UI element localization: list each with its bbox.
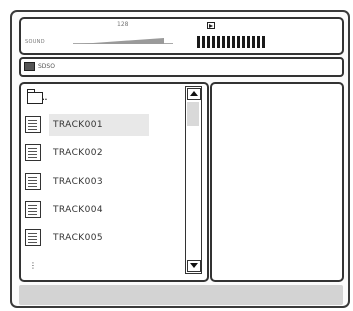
list-item[interactable]: TRACK005	[23, 227, 183, 249]
bottom-status-bar	[19, 285, 343, 305]
document-icon	[25, 144, 41, 161]
level-bar	[242, 36, 245, 48]
level-bar	[222, 36, 225, 48]
document-icon	[25, 116, 41, 133]
volume-meter-fill	[79, 38, 164, 44]
list-item[interactable]: TRACK002	[23, 142, 183, 164]
track-number: 128	[117, 21, 129, 28]
list-item[interactable]: TRACK003	[23, 171, 183, 193]
list-item-label: TRACK003	[53, 177, 103, 187]
more-items-indicator: ⋮	[29, 261, 37, 270]
level-bar	[197, 36, 200, 48]
level-bar	[257, 36, 260, 48]
info-panel	[210, 82, 344, 282]
folder-up-icon	[27, 89, 43, 104]
path-text: SDSO	[38, 63, 55, 70]
folder-icon	[24, 62, 35, 71]
arrow-up-icon[interactable]	[187, 88, 201, 100]
level-bar	[227, 36, 230, 48]
path-bar[interactable]: SDSO	[19, 57, 344, 77]
parent-folder-label: ..	[42, 94, 48, 102]
list-item-label: TRACK004	[53, 205, 103, 215]
document-icon	[25, 173, 41, 190]
level-bar	[212, 36, 215, 48]
document-icon	[25, 201, 41, 218]
parent-folder-item[interactable]: ..	[23, 88, 183, 110]
level-bar	[232, 36, 235, 48]
volume-label: SOUND	[25, 39, 45, 45]
list-item-label: TRACK002	[53, 148, 103, 158]
list-item[interactable]: TRACK001	[23, 114, 183, 136]
level-bar	[252, 36, 255, 48]
list-item[interactable]: TRACK004	[23, 199, 183, 221]
status-panel: 128 SOUND	[19, 17, 344, 55]
level-bar	[237, 36, 240, 48]
list-item-label: TRACK005	[53, 233, 103, 243]
scrollbar-thumb[interactable]	[187, 102, 199, 126]
level-bar	[207, 36, 210, 48]
file-list: .. TRACK001 TRACK002 TRACK003 TRACK004 T…	[19, 82, 209, 282]
document-icon	[25, 229, 41, 246]
level-bar	[262, 36, 265, 48]
device-screen: 128 SOUND SDSO .. TRACK001 TRACK002 TRAC…	[10, 10, 350, 308]
level-bar	[247, 36, 250, 48]
list-scrollbar[interactable]	[185, 86, 202, 274]
list-item-label: TRACK001	[53, 120, 103, 130]
level-bars	[197, 36, 333, 48]
level-bar	[202, 36, 205, 48]
level-bar	[217, 36, 220, 48]
arrow-down-icon[interactable]	[187, 260, 201, 272]
play-icon	[207, 22, 215, 29]
